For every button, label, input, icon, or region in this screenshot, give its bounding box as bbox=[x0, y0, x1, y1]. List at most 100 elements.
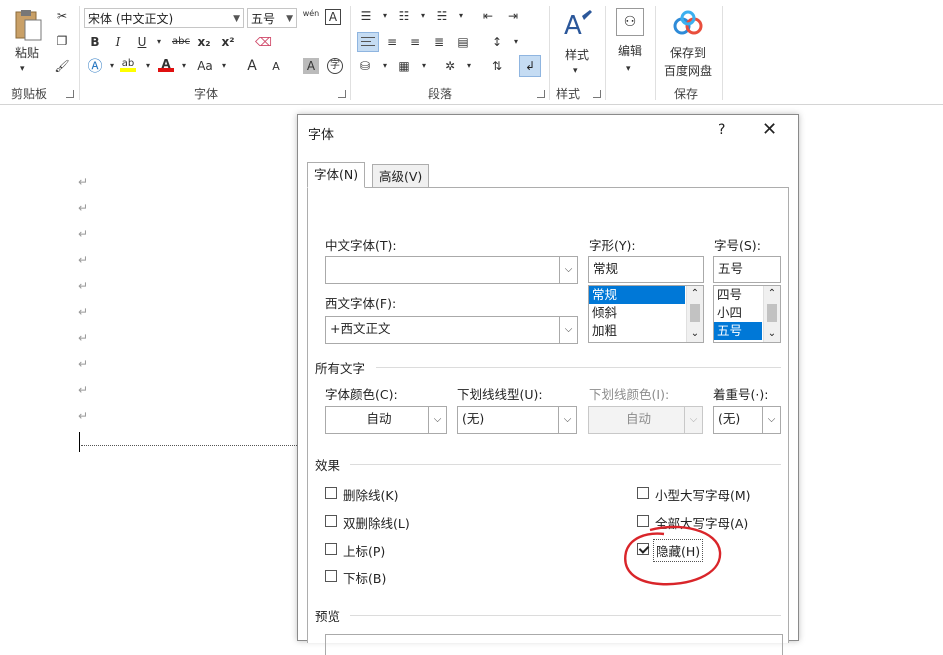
justify-icon[interactable]: ≣ bbox=[431, 34, 447, 50]
shading-dropdown-icon[interactable]: ▾ bbox=[377, 58, 393, 74]
clear-formatting-icon[interactable]: ⌫ bbox=[255, 34, 272, 50]
align-left-button[interactable] bbox=[357, 32, 379, 52]
font-size-list[interactable]: 四号 小四 五号 ⌃ ⌄ bbox=[713, 285, 781, 343]
format-painter-icon[interactable]: 🖌 bbox=[54, 58, 70, 74]
font-color-select[interactable]: 自动 ⌵ bbox=[325, 406, 447, 434]
decrease-indent-icon[interactable]: ⇤ bbox=[480, 8, 496, 24]
asian-layout-dropdown-icon[interactable]: ▾ bbox=[461, 58, 477, 74]
font-size-combo[interactable]: 五号 ▼ bbox=[247, 8, 297, 28]
cut-icon[interactable]: ✂ bbox=[54, 8, 70, 24]
styles-dropdown-icon[interactable]: ▾ bbox=[573, 62, 578, 80]
text-cursor bbox=[79, 432, 80, 452]
bullets-icon[interactable]: ☰ bbox=[358, 8, 374, 24]
change-case-button[interactable]: Aa bbox=[194, 58, 216, 74]
multilevel-list-icon[interactable]: ☵ bbox=[434, 8, 450, 24]
font-launcher-icon[interactable] bbox=[338, 90, 346, 98]
text-effects-dropdown-icon[interactable]: ▾ bbox=[104, 58, 120, 74]
font-color-icon[interactable]: A bbox=[158, 56, 174, 72]
phonetic-guide-icon[interactable]: wén bbox=[301, 6, 321, 22]
font-color-dropdown-icon[interactable]: ▾ bbox=[176, 58, 192, 74]
strikethrough-checkbox[interactable] bbox=[325, 487, 337, 499]
line-spacing-icon[interactable]: ↕ bbox=[489, 34, 505, 50]
double-strikethrough-label[interactable]: 双删除线(L) bbox=[343, 513, 410, 532]
borders-dropdown-icon[interactable]: ▾ bbox=[416, 58, 432, 74]
styles-icon[interactable]: A bbox=[562, 8, 594, 42]
font-style-list[interactable]: 常规 倾斜 加粗 ⌃ ⌄ bbox=[588, 285, 704, 343]
tab-advanced[interactable]: 高级(V) bbox=[372, 164, 430, 188]
underline-button[interactable]: U bbox=[134, 34, 150, 50]
font-style-input[interactable]: 常规 bbox=[588, 256, 704, 283]
change-case-dropdown-icon[interactable]: ▾ bbox=[216, 58, 232, 74]
bold-button[interactable]: B bbox=[87, 34, 103, 50]
character-shading-icon[interactable]: A bbox=[303, 58, 319, 74]
shrink-font-button[interactable]: A bbox=[268, 59, 284, 75]
character-border-icon[interactable]: A bbox=[325, 9, 341, 25]
styles-launcher-icon[interactable] bbox=[593, 90, 601, 98]
underline-dropdown-icon[interactable]: ▾ bbox=[151, 34, 167, 50]
list-item[interactable]: 常规 bbox=[589, 286, 685, 304]
italic-button[interactable]: I bbox=[110, 34, 126, 50]
distributed-icon[interactable]: ▤ bbox=[455, 34, 471, 50]
scroll-up-icon[interactable]: ⌃ bbox=[687, 286, 703, 302]
align-right-icon[interactable]: ≡ bbox=[407, 34, 423, 50]
chinese-font-select[interactable]: ⌵ bbox=[325, 256, 578, 284]
paragraph-launcher-icon[interactable] bbox=[537, 90, 545, 98]
scroll-down-icon[interactable]: ⌄ bbox=[687, 326, 703, 342]
small-caps-checkbox[interactable] bbox=[637, 487, 649, 499]
paste-dropdown-icon[interactable]: ▾ bbox=[20, 60, 25, 78]
emphasis-mark-select[interactable]: (无) ⌵ bbox=[713, 406, 781, 434]
font-size-input[interactable]: 五号 bbox=[713, 256, 781, 283]
double-strikethrough-checkbox[interactable] bbox=[325, 515, 337, 527]
help-button[interactable]: ? bbox=[718, 122, 725, 138]
bullets-dropdown-icon[interactable]: ▾ bbox=[377, 8, 393, 24]
font-style-scrollbar[interactable]: ⌃ ⌄ bbox=[686, 286, 703, 342]
copy-icon[interactable]: ❐ bbox=[54, 33, 70, 49]
editing-dropdown-icon[interactable]: ▾ bbox=[626, 60, 631, 78]
list-item[interactable]: 五号 bbox=[714, 322, 762, 340]
line-spacing-dropdown-icon[interactable]: ▾ bbox=[508, 34, 524, 50]
strikethrough-label[interactable]: 删除线(K) bbox=[343, 485, 398, 504]
scroll-up-icon[interactable]: ⌃ bbox=[764, 286, 780, 302]
highlight-dropdown-icon[interactable]: ▾ bbox=[140, 58, 156, 74]
subscript-checkbox[interactable] bbox=[325, 570, 337, 582]
borders-icon[interactable]: ▦ bbox=[396, 58, 412, 74]
clipboard-launcher-icon[interactable] bbox=[66, 90, 74, 98]
scroll-thumb[interactable] bbox=[690, 304, 700, 322]
paste-button[interactable]: 粘贴 bbox=[11, 44, 43, 62]
close-icon[interactable]: ✕ bbox=[762, 119, 777, 140]
numbering-icon[interactable]: ☷ bbox=[396, 8, 412, 24]
enclose-character-button[interactable]: 字 bbox=[327, 58, 343, 74]
superscript-checkbox[interactable] bbox=[325, 543, 337, 555]
underline-type-select[interactable]: (无) ⌵ bbox=[457, 406, 577, 434]
superscript-label[interactable]: 上标(P) bbox=[343, 541, 385, 560]
subscript-button[interactable]: x₂ bbox=[196, 34, 212, 50]
superscript-button[interactable]: x² bbox=[220, 34, 236, 50]
binoculars-icon[interactable]: ⚇ bbox=[616, 8, 644, 36]
show-marks-button[interactable]: ↲ bbox=[519, 55, 541, 77]
section-divider bbox=[350, 615, 781, 616]
paste-icon[interactable] bbox=[10, 8, 44, 42]
editing-button[interactable]: 编辑 bbox=[613, 42, 647, 60]
save-to-baidu-label-2[interactable]: 百度网盘 bbox=[659, 62, 717, 80]
numbering-dropdown-icon[interactable]: ▾ bbox=[415, 8, 431, 24]
baidu-cloud-icon[interactable] bbox=[672, 10, 704, 38]
small-caps-label[interactable]: 小型大写字母(M) bbox=[655, 485, 751, 504]
scroll-down-icon[interactable]: ⌄ bbox=[764, 326, 780, 342]
sort-icon[interactable]: ⇅ bbox=[489, 58, 505, 74]
multilevel-list-dropdown-icon[interactable]: ▾ bbox=[453, 8, 469, 24]
text-effects-icon[interactable]: Ⓐ bbox=[87, 58, 103, 74]
highlight-icon[interactable]: ab bbox=[120, 56, 136, 72]
font-name-combo[interactable]: 宋体 (中文正文) ▼ bbox=[84, 8, 244, 28]
western-font-select[interactable]: +西文正文 ⌵ bbox=[325, 316, 578, 344]
increase-indent-icon[interactable]: ⇥ bbox=[505, 8, 521, 24]
align-center-icon[interactable]: ≡ bbox=[384, 34, 400, 50]
font-size-scrollbar[interactable]: ⌃ ⌄ bbox=[763, 286, 780, 342]
asian-layout-icon[interactable]: ✲ bbox=[442, 58, 458, 74]
strikethrough-button[interactable]: abc bbox=[170, 34, 192, 50]
shading-icon[interactable]: ⛁ bbox=[357, 58, 373, 77]
save-to-baidu-label[interactable]: 保存到 bbox=[664, 44, 712, 62]
subscript-label[interactable]: 下标(B) bbox=[343, 568, 386, 587]
tab-font[interactable]: 字体(N) bbox=[307, 162, 366, 188]
grow-font-button[interactable]: A bbox=[244, 58, 260, 74]
scroll-thumb[interactable] bbox=[767, 304, 777, 322]
